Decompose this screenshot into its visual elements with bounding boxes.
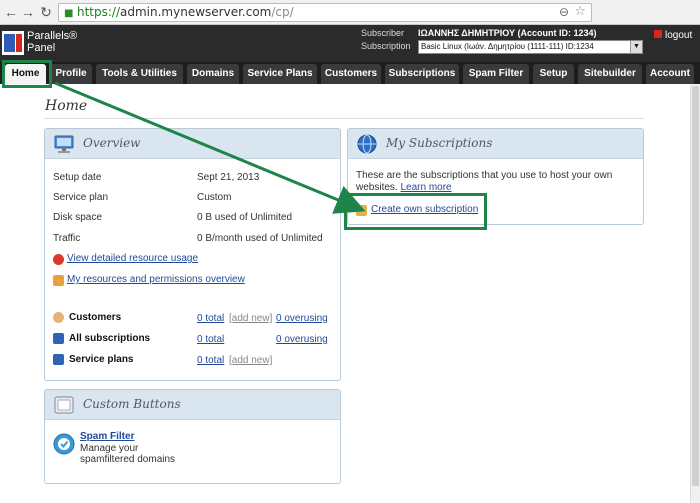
subscription-select-value: Basic Linux (Ιωάν. Δημητρίου (1111-111) … (421, 42, 594, 51)
globe-icon (357, 134, 377, 154)
logout-icon (654, 30, 662, 38)
main-nav-tabs: Home Profile Tools & Utilities Domains S… (0, 62, 700, 84)
parallels-logo-icon (2, 31, 24, 55)
custom-buttons-header: Custom Buttons (45, 390, 340, 420)
tab-domains[interactable]: Domains (187, 64, 239, 84)
my-subscriptions-title: My Subscriptions (386, 136, 493, 150)
subscriptions-icon (53, 333, 64, 344)
custom-buttons-title: Custom Buttons (83, 397, 181, 411)
panel-header: Parallels® Panel Subscriber Subscription… (0, 25, 700, 62)
tab-spam-filter[interactable]: Spam Filter (463, 64, 529, 84)
monitor-icon (54, 135, 74, 153)
scrollbar-thumb[interactable] (692, 86, 699, 486)
service-plans-add-new-link[interactable]: [add new] (229, 355, 272, 366)
url-scheme: https:// (77, 5, 121, 19)
page-scrollbar[interactable] (690, 84, 700, 503)
resources-permissions-icon (53, 275, 64, 286)
subscription-label: Subscription (361, 41, 411, 51)
tab-tools-utilities[interactable]: Tools & Utilities (96, 64, 183, 84)
all-subscriptions-label: All subscriptions (69, 333, 151, 344)
subscriber-name: ΙΩΑΝΝΗΣ ΔΗΜΗΤΡΙΟΥ (Account ID: 1234) (418, 28, 597, 38)
page-title: Home (45, 98, 88, 114)
overview-panel: Overview Setup date Sept 21, 2013 Servic… (44, 128, 341, 381)
customers-total-link[interactable]: 0 total (197, 313, 224, 324)
tab-sitebuilder[interactable]: Sitebuilder (578, 64, 642, 84)
spam-filter-desc-1: Manage your (80, 443, 139, 454)
service-plans-total-link[interactable]: 0 total (197, 355, 224, 366)
disk-space-label: Disk space (53, 212, 102, 223)
subscriptions-total-link[interactable]: 0 total (197, 334, 224, 345)
chevron-down-icon: ▼ (630, 41, 642, 53)
service-plan-label: Service plan (53, 192, 109, 203)
overview-header: Overview (45, 129, 340, 159)
tab-account[interactable]: Account (646, 64, 694, 84)
subscriber-label: Subscriber (361, 28, 405, 38)
subscriptions-description: These are the subscriptions that you use… (356, 170, 613, 193)
custom-button-icon (54, 396, 74, 414)
title-divider (44, 118, 644, 119)
my-subscriptions-header: My Subscriptions (348, 129, 643, 159)
subscription-select[interactable]: Basic Linux (Ιωάν. Δημητρίου (1111-111) … (418, 40, 643, 54)
reload-icon[interactable]: ↻ (38, 4, 54, 20)
customers-overusing-link[interactable]: 0 overusing (276, 313, 328, 324)
service-plan-value: Custom (197, 192, 232, 203)
traffic-value: 0 B/month used of Unlimited (197, 233, 323, 244)
custom-buttons-panel: Custom Buttons Spam Filter Manage your s… (44, 389, 341, 484)
service-plans-icon (53, 354, 64, 365)
setup-date-label: Setup date (53, 172, 102, 183)
tab-customers[interactable]: Customers (321, 64, 381, 84)
tab-subscriptions[interactable]: Subscriptions (385, 64, 459, 84)
lock-icon: ■ (64, 8, 74, 19)
logout-link[interactable]: logout (654, 30, 692, 41)
forward-icon[interactable]: → (20, 4, 36, 20)
logo-text: Parallels® Panel (27, 30, 78, 54)
view-resource-usage-link[interactable]: View detailed resource usage (67, 253, 198, 264)
customers-label: Customers (69, 312, 122, 323)
learn-more-link[interactable]: Learn more (400, 182, 451, 193)
create-subscription-highlight (344, 193, 487, 230)
bookmark-star-icon[interactable]: ☆ (574, 3, 586, 20)
tab-service-plans[interactable]: Service Plans (243, 64, 317, 84)
disk-space-value: 0 B used of Unlimited (197, 212, 293, 223)
address-bar[interactable]: ■ https://admin.mynewserver.com/cp/ ⊖ ☆ (58, 3, 592, 22)
home-tab-highlight (2, 60, 52, 88)
traffic-label: Traffic (53, 233, 81, 244)
tab-setup[interactable]: Setup (533, 64, 574, 84)
overview-title: Overview (83, 136, 141, 150)
spam-filter-desc-2: spamfiltered domains (80, 454, 176, 465)
back-icon[interactable]: ← (3, 4, 19, 20)
customer-icon (53, 312, 64, 323)
tab-profile[interactable]: Profile (50, 64, 92, 84)
resources-permissions-link[interactable]: My resources and permissions overview (67, 274, 245, 285)
spam-filter-icon[interactable] (53, 433, 75, 455)
zoom-icon[interactable]: ⊖ (559, 4, 569, 21)
browser-toolbar: ← → ↻ ■ https://admin.mynewserver.com/cp… (0, 0, 700, 25)
customers-add-new-link[interactable]: [add new] (229, 313, 272, 324)
spam-filter-link[interactable]: Spam Filter (80, 431, 134, 442)
service-plans-label: Service plans (69, 354, 134, 365)
setup-date-value: Sept 21, 2013 (197, 172, 260, 183)
subscriptions-overusing-link[interactable]: 0 overusing (276, 334, 328, 345)
url-host: admin.mynewserver.com (120, 5, 272, 19)
resource-usage-icon (53, 254, 64, 265)
url-path: /cp/ (271, 5, 294, 19)
